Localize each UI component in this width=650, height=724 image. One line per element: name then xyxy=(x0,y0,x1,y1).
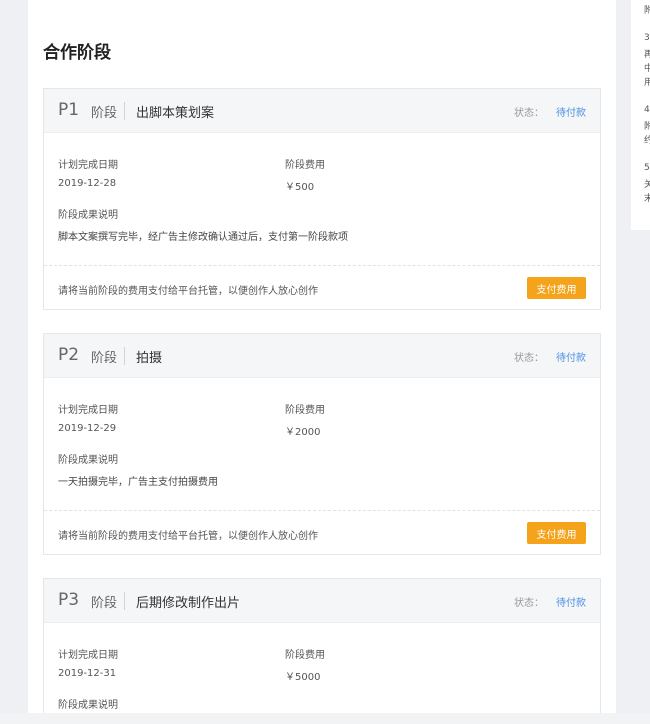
phase-body: 计划完成日期 2019-12-29 阶段费用 ￥2000 阶段成果说明 一天拍摄… xyxy=(44,378,600,510)
phase-header: P1 阶段 出脚本策划案 状态： 待付款 xyxy=(44,89,600,133)
pay-button[interactable]: 支付费用 xyxy=(527,277,586,299)
phase-name: 拍摄 xyxy=(136,351,163,366)
phase-header: P3 阶段 后期修改制作出片 状态： 待付款 xyxy=(44,579,600,623)
due-date-value: 2019-12-29 xyxy=(58,423,117,434)
main-panel: 合作阶段 P1 阶段 出脚本策划案 状态： 待付款 计划完成日期 2019-12… xyxy=(28,0,616,724)
phase-card-p1: P1 阶段 出脚本策划案 状态： 待付款 计划完成日期 2019-12-28 阶… xyxy=(43,88,601,310)
side-text: 3 xyxy=(644,33,650,43)
status-badge: 待付款 xyxy=(556,598,586,609)
due-date-label: 计划完成日期 xyxy=(58,650,118,661)
phase-name: 出脚本策划案 xyxy=(136,106,215,121)
fee-value: ￥500 xyxy=(285,182,315,193)
phase-name: 后期修改制作出片 xyxy=(136,596,241,611)
side-text: 5 xyxy=(644,163,650,173)
divider xyxy=(124,347,125,365)
side-text: 附 xyxy=(644,6,650,16)
phase-code: P1 xyxy=(58,100,80,120)
phase-code: P3 xyxy=(58,590,80,610)
pay-button[interactable]: 支付费用 xyxy=(527,522,586,544)
side-text: 约 xyxy=(644,136,650,146)
result-description: 脚本文案撰写完毕，经广告主修改确认通过后，支付第一阶段款项 xyxy=(58,232,348,243)
phase-word: 阶段 xyxy=(91,351,118,366)
status-label: 状态： xyxy=(514,108,544,119)
result-label: 阶段成果说明 xyxy=(58,210,118,221)
fee-label: 阶段费用 xyxy=(285,405,325,416)
due-date-value: 2019-12-31 xyxy=(58,668,117,679)
side-text: 再 xyxy=(644,50,650,60)
side-text: 4 xyxy=(644,105,650,115)
fee-value: ￥5000 xyxy=(285,672,321,683)
result-label: 阶段成果说明 xyxy=(58,700,118,711)
side-text: 末 xyxy=(644,194,650,204)
due-date-label: 计划完成日期 xyxy=(58,405,118,416)
divider xyxy=(124,102,125,120)
phase-body: 计划完成日期 2019-12-28 阶段费用 ￥500 阶段成果说明 脚本文案撰… xyxy=(44,133,600,265)
result-description: 一天拍摄完毕，广告主支付拍摄费用 xyxy=(58,477,218,488)
fee-value: ￥2000 xyxy=(285,427,321,438)
phase-footer: 请将当前阶段的费用支付给平台托管，以便创作人放心创作 支付费用 xyxy=(44,510,600,554)
status-badge: 待付款 xyxy=(556,108,586,119)
side-text: 关 xyxy=(644,180,650,190)
result-label: 阶段成果说明 xyxy=(58,455,118,466)
phase-word: 阶段 xyxy=(91,596,118,611)
side-info-panel: 附 3 再 中 用 4 附 约 5 关 末 xyxy=(631,0,650,230)
phase-card-p3: P3 阶段 后期修改制作出片 状态： 待付款 计划完成日期 2019-12-31… xyxy=(43,578,601,724)
due-date-value: 2019-12-28 xyxy=(58,178,117,189)
phase-footer: 请将当前阶段的费用支付给平台托管，以便创作人放心创作 支付费用 xyxy=(44,265,600,309)
side-text: 用 xyxy=(644,78,650,88)
side-text: 附 xyxy=(644,122,650,132)
divider xyxy=(124,592,125,610)
phase-card-p2: P2 阶段 拍摄 状态： 待付款 计划完成日期 2019-12-29 阶段费用 … xyxy=(43,333,601,555)
fee-label: 阶段费用 xyxy=(285,650,325,661)
status-label: 状态： xyxy=(514,353,544,364)
phase-word: 阶段 xyxy=(91,106,118,121)
phase-body: 计划完成日期 2019-12-31 阶段费用 ￥5000 阶段成果说明 xyxy=(44,623,600,724)
page-title: 合作阶段 xyxy=(43,43,111,63)
footer-note: 请将当前阶段的费用支付给平台托管，以便创作人放心创作 xyxy=(58,286,318,297)
phase-header: P2 阶段 拍摄 状态： 待付款 xyxy=(44,334,600,378)
due-date-label: 计划完成日期 xyxy=(58,160,118,171)
status-badge: 待付款 xyxy=(556,353,586,364)
footer-note: 请将当前阶段的费用支付给平台托管，以便创作人放心创作 xyxy=(58,531,318,542)
phase-code: P2 xyxy=(58,345,80,365)
bottom-scroll-strip xyxy=(0,713,650,724)
fee-label: 阶段费用 xyxy=(285,160,325,171)
status-label: 状态： xyxy=(514,598,544,609)
side-text: 中 xyxy=(644,64,650,74)
